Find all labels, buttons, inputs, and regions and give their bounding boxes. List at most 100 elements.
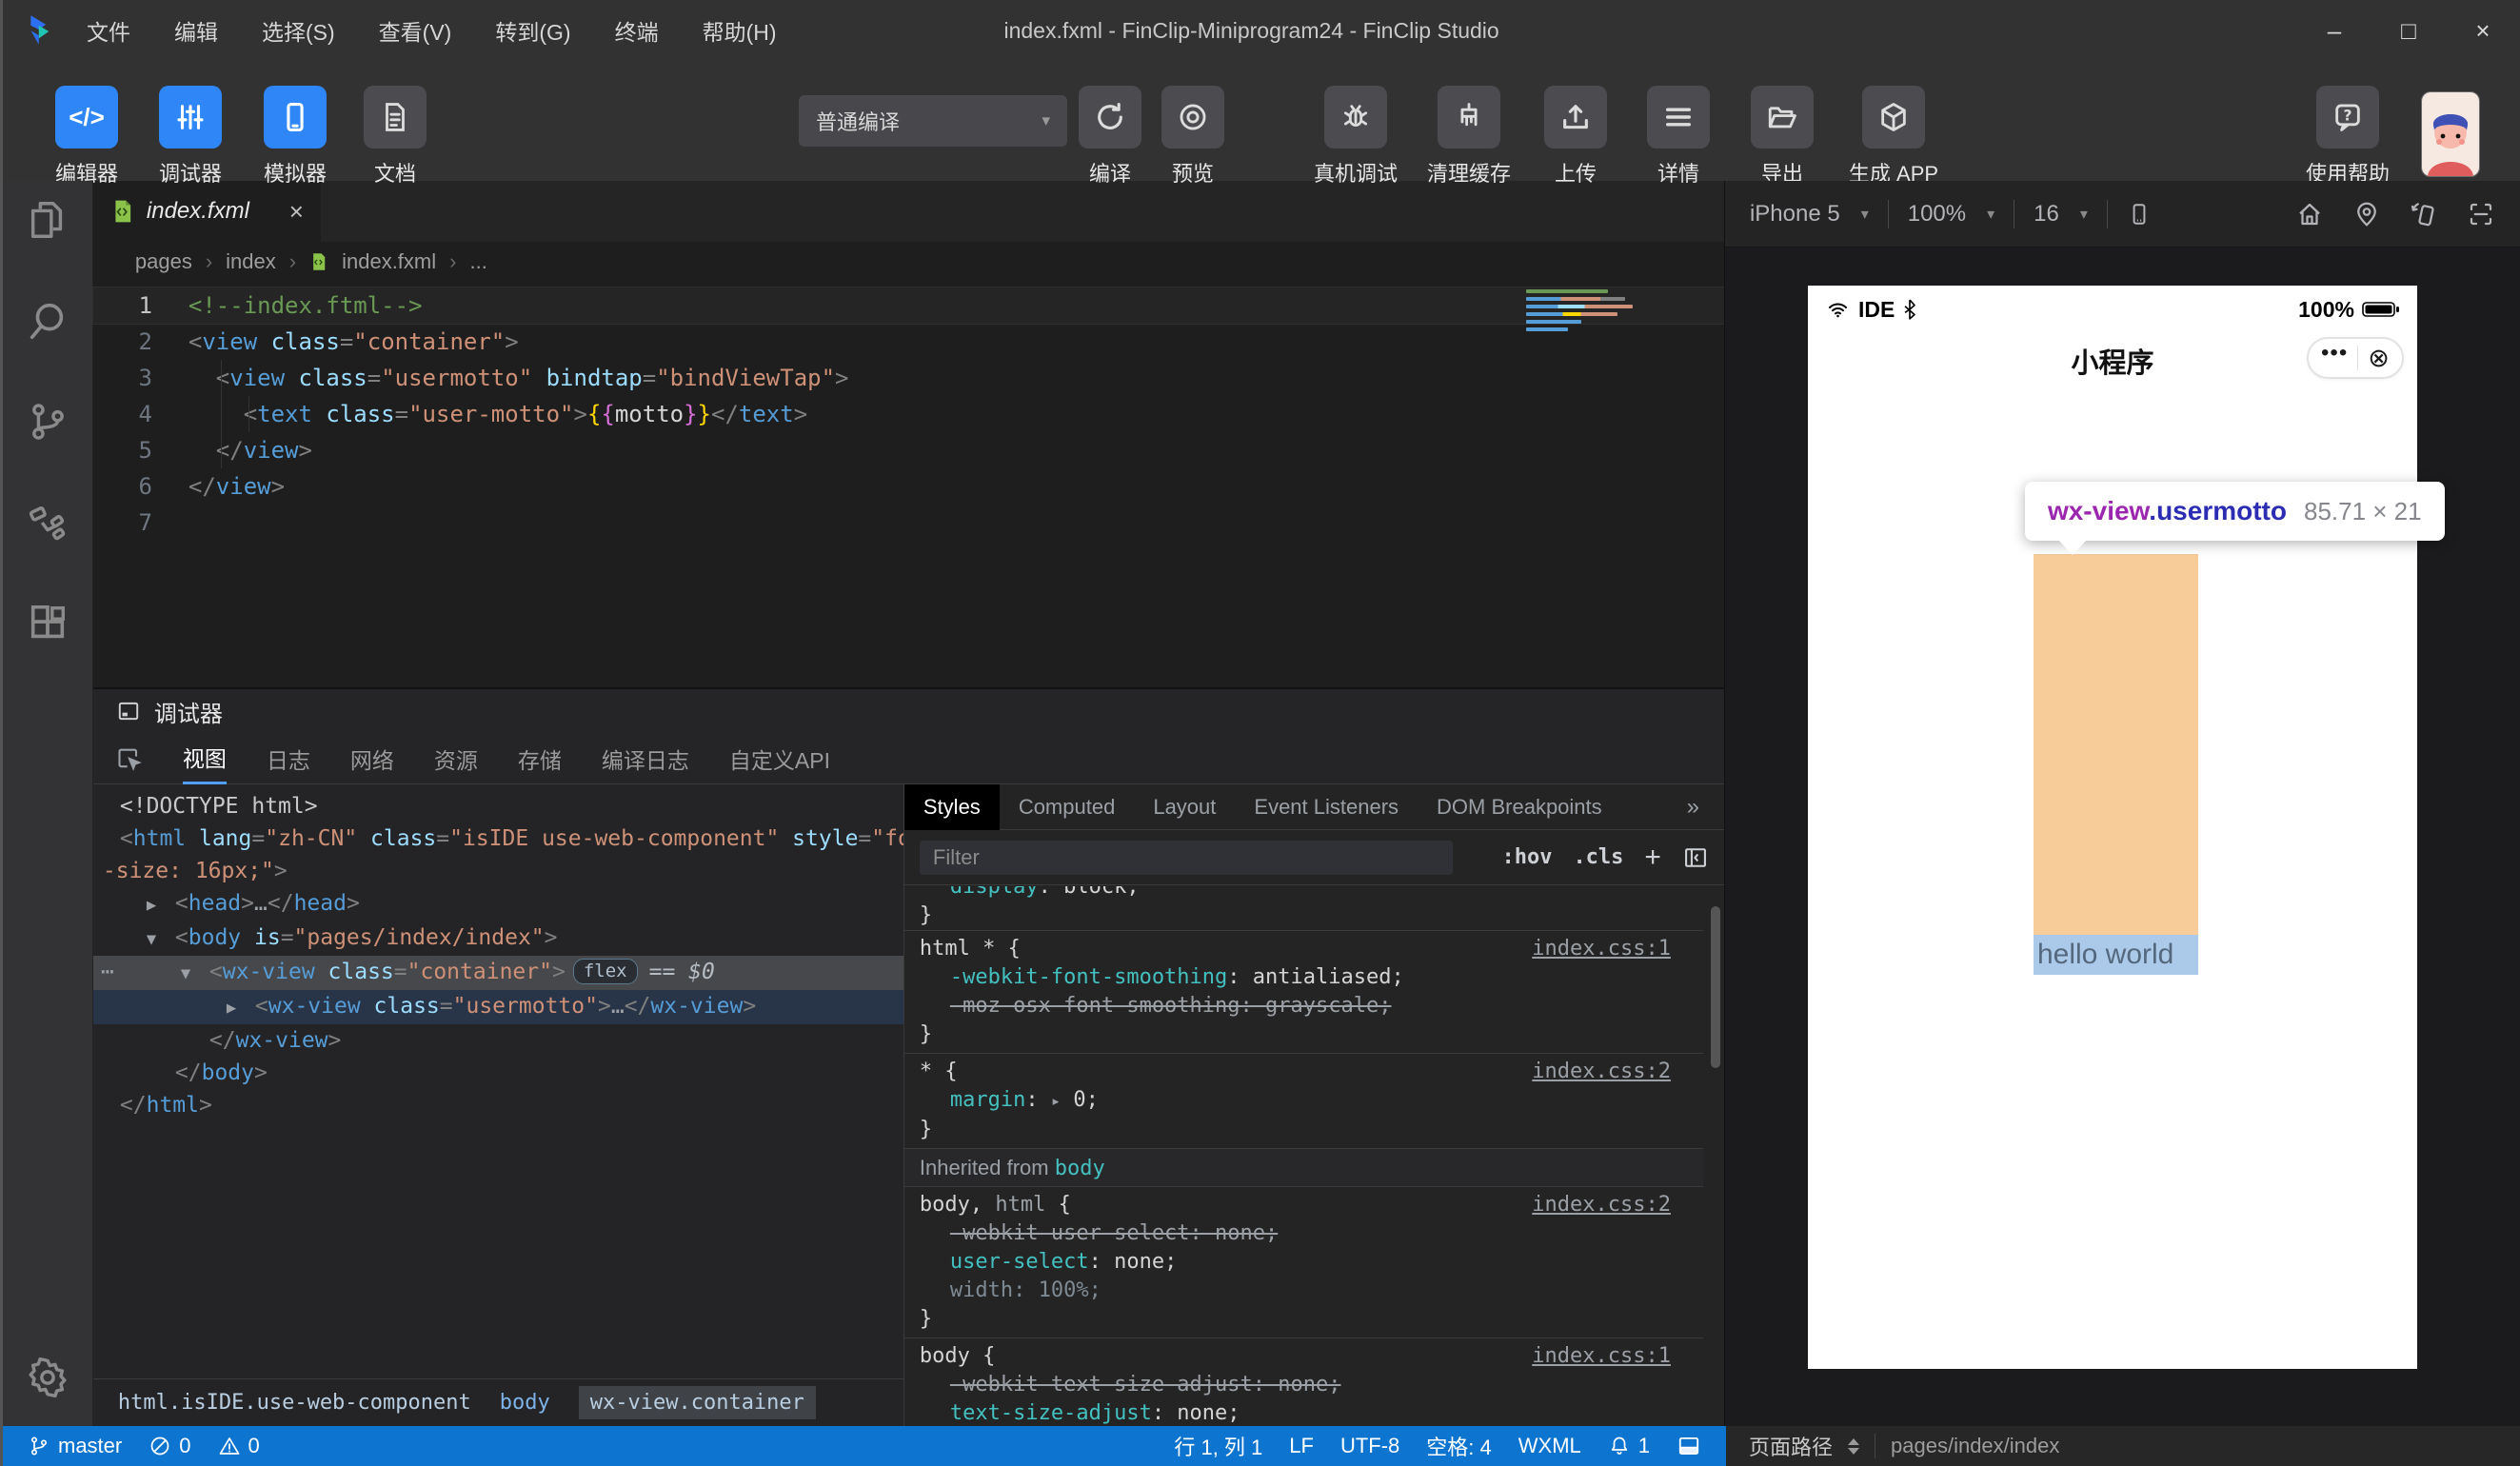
settings-gear-icon[interactable] — [26, 1356, 69, 1399]
motto-text[interactable]: hello world — [2034, 939, 2173, 971]
crumb-html[interactable]: html.isIDE.use-web-component — [118, 1391, 471, 1415]
menu-view[interactable]: 查看(V) — [379, 14, 452, 47]
crumb-body[interactable]: body — [500, 1391, 550, 1415]
minimize-button[interactable]: – — [2297, 0, 2371, 61]
rotate-device-icon[interactable] — [2410, 200, 2438, 228]
home-icon[interactable] — [2295, 200, 2324, 228]
page-path-value[interactable]: pages/index/index — [1891, 1434, 2059, 1458]
tab-log[interactable]: 日志 — [267, 733, 310, 784]
inspect-element-icon[interactable] — [116, 745, 143, 772]
dom-node-close[interactable]: </body> — [93, 1057, 903, 1089]
search-icon[interactable] — [26, 299, 69, 343]
components-icon[interactable] — [26, 501, 69, 545]
new-style-rule-button[interactable]: + — [1644, 842, 1661, 874]
tab-storage[interactable]: 存储 — [518, 733, 562, 784]
tab-index-fxml[interactable]: index.fxml × — [92, 181, 322, 242]
device-frame-icon[interactable] — [2127, 202, 2152, 227]
preview-button[interactable]: 预览 — [1117, 86, 1269, 188]
crumb-wx-view-container[interactable]: wx-view.container — [578, 1386, 816, 1419]
sort-arrows-icon[interactable] — [1848, 1437, 1860, 1455]
dom-node[interactable]: <html lang="zh-CN" class="isIDE use-web-… — [93, 822, 903, 855]
docs-button[interactable]: 文档 — [319, 86, 471, 188]
warnings-item[interactable]: 0 — [218, 1434, 260, 1458]
avatar[interactable] — [2421, 91, 2480, 177]
maximize-button[interactable]: □ — [2371, 0, 2446, 61]
stylesheet-link[interactable]: index.css:2 — [1532, 1191, 1671, 1219]
tab-close-icon[interactable]: × — [289, 197, 304, 227]
menu-edit[interactable]: 编辑 — [174, 14, 218, 47]
breadcrumb-symbol[interactable]: ... — [469, 249, 486, 274]
sidebar-toggle-icon[interactable] — [1682, 844, 1709, 871]
inherited-body-link[interactable]: body — [1055, 1157, 1105, 1180]
source-control-icon[interactable] — [26, 400, 69, 444]
breadcrumb-pages[interactable]: pages — [135, 249, 192, 274]
tab-compile-log[interactable]: 编译日志 — [602, 733, 689, 784]
git-branch-item[interactable]: master — [28, 1434, 122, 1458]
expand-shorthand-icon[interactable]: ▸ — [1051, 1092, 1061, 1111]
language-mode[interactable]: WXML — [1518, 1434, 1581, 1458]
menu-file[interactable]: 文件 — [87, 14, 130, 47]
code-editor[interactable]: 1 <!--index.ftml--> 2 <view class="conta… — [91, 282, 1725, 687]
more-tabs-icon[interactable]: » — [1687, 794, 1724, 821]
indent-indicator[interactable]: 空格: 4 — [1426, 1431, 1491, 1461]
fontsize-select[interactable]: 16 — [2034, 201, 2059, 228]
dom-node-usermotto[interactable]: ▶ <wx-view class="usermotto">…</wx-view> — [92, 990, 903, 1024]
stylesheet-link[interactable]: index.css:1 — [1532, 935, 1671, 963]
css-rules-list[interactable]: display: block; } html * {index.css:1 -w… — [903, 886, 1703, 1426]
dom-node-head[interactable]: ▶ <head>…</head> — [93, 887, 903, 921]
tab-styles[interactable]: Styles — [903, 783, 1000, 830]
flex-badge[interactable]: flex — [572, 959, 638, 984]
more-menu-button[interactable]: ••• — [2321, 342, 2348, 367]
filter-input[interactable]: Filter — [919, 840, 1453, 875]
eol-indicator[interactable]: LF — [1289, 1434, 1314, 1458]
tab-event-listeners[interactable]: Event Listeners — [1235, 784, 1418, 830]
page-path-label[interactable]: 页面路径 — [1749, 1431, 1833, 1461]
menu-help[interactable]: 帮助(H) — [703, 14, 777, 47]
collapse-arrow-icon[interactable]: ▼ — [147, 923, 175, 956]
notifications-item[interactable]: 1 — [1608, 1434, 1650, 1458]
errors-item[interactable]: 0 — [149, 1434, 191, 1458]
expand-arrow-icon[interactable]: ▶ — [227, 992, 255, 1024]
menu-selection[interactable]: 选择(S) — [262, 14, 335, 47]
tab-computed[interactable]: Computed — [1000, 784, 1135, 830]
compile-mode-select[interactable]: 普通编译 ▾ — [799, 95, 1067, 147]
tab-view[interactable]: 视图 — [182, 733, 227, 784]
tab-dom-breakpoints[interactable]: DOM Breakpoints — [1418, 784, 1621, 830]
scrollbar-thumb[interactable] — [1710, 906, 1720, 1068]
toggle-class-button[interactable]: .cls — [1573, 845, 1623, 869]
dom-node-container-selected[interactable]: ⋯ ▼ <wx-view class="container"> flex == $0 — [92, 956, 903, 990]
dom-node-close[interactable]: </wx-view> — [93, 1024, 903, 1057]
encoding-indicator[interactable]: UTF-8 — [1340, 1434, 1399, 1458]
help-button[interactable]: ? 使用帮助 — [2272, 86, 2424, 188]
cursor-position[interactable]: 行 1, 列 1 — [1174, 1431, 1262, 1461]
dom-node[interactable]: <!DOCTYPE html> — [93, 790, 903, 822]
tab-resources[interactable]: 资源 — [434, 733, 478, 784]
panel-layout-icon[interactable] — [1677, 1434, 1701, 1458]
dom-node-close[interactable]: </html> — [93, 1089, 903, 1121]
minimap[interactable] — [1525, 289, 1633, 335]
tab-layout[interactable]: Layout — [1134, 784, 1235, 830]
zoom-select[interactable]: 100% — [1908, 201, 1966, 228]
tab-custom-api[interactable]: 自定义API — [729, 733, 830, 784]
scan-frame-icon[interactable] — [2467, 200, 2495, 228]
dom-tree[interactable]: <!DOCTYPE html> <html lang="zh-CN" class… — [92, 784, 903, 1378]
more-actions-icon[interactable]: ⋯ — [101, 956, 114, 988]
explorer-icon[interactable] — [26, 198, 69, 242]
extensions-icon[interactable] — [26, 602, 69, 645]
collapse-arrow-icon[interactable]: ▼ — [181, 958, 209, 990]
device-select[interactable]: iPhone 5 — [1750, 201, 1840, 228]
expand-arrow-icon[interactable]: ▶ — [147, 889, 175, 921]
toggle-hover-button[interactable]: :hov — [1501, 845, 1552, 869]
breadcrumb-index[interactable]: index — [226, 249, 276, 274]
menu-terminal[interactable]: 终端 — [615, 14, 659, 47]
stylesheet-link[interactable]: index.css:2 — [1532, 1058, 1671, 1086]
dom-node-body[interactable]: ▼ <body is="pages/index/index"> — [93, 921, 903, 956]
stylesheet-link[interactable]: index.css:1 — [1532, 1342, 1671, 1371]
menu-goto[interactable]: 转到(G) — [495, 14, 570, 47]
breadcrumb-file[interactable]: index.fxml — [342, 249, 436, 274]
close-button[interactable]: × — [2446, 0, 2520, 61]
tab-network[interactable]: 网络 — [350, 733, 394, 784]
close-miniprogram-button[interactable]: ⊗ — [2368, 345, 2390, 371]
generate-app-button[interactable]: 生成 APP — [1817, 86, 1970, 188]
location-icon[interactable] — [2352, 200, 2381, 228]
